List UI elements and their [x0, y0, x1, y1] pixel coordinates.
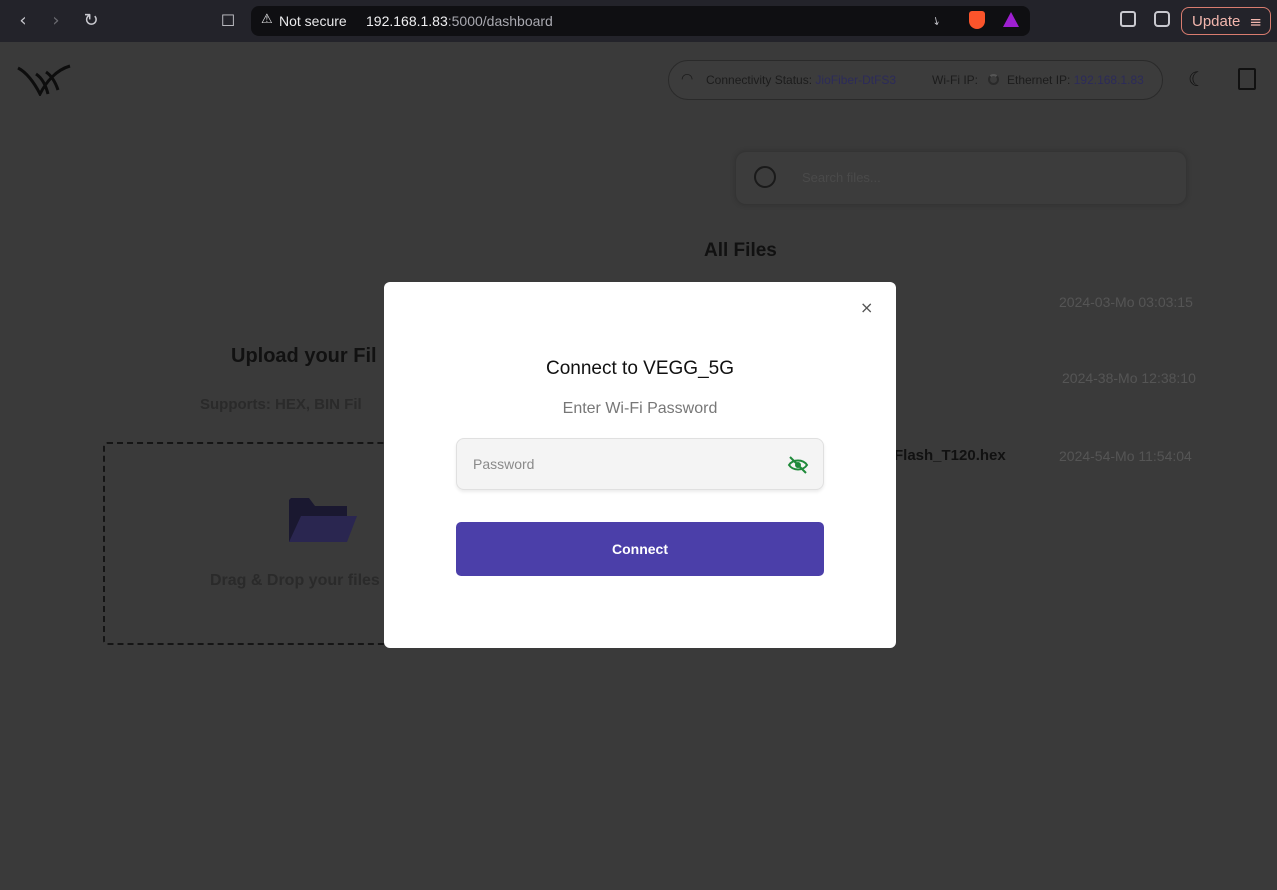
url-path: :5000/dashboard	[447, 13, 553, 29]
status-text: Connectivity Status: JioFiber-DtFS3	[706, 73, 896, 87]
wifi-ip-label: Wi-Fi IP:	[932, 73, 978, 87]
logo-icon	[17, 64, 71, 96]
search-box[interactable]: Search files...	[736, 152, 1186, 204]
upload-title: Upload your Fil	[231, 345, 377, 367]
modal-title: Connect to VEGG_5G	[546, 358, 734, 379]
connectivity-status: ◠ Connectivity Status: JioFiber-DtFS3 Wi…	[668, 60, 1163, 100]
ethernet-ip: 192.168.1.83	[1073, 73, 1144, 87]
modal-subtitle: Enter Wi-Fi Password	[562, 400, 718, 417]
wallet-icon[interactable]	[1154, 11, 1170, 27]
upload-supports: Supports: HEX, BIN Fil	[200, 396, 362, 413]
file-name[interactable]: Flash_T120.hex	[894, 447, 1006, 464]
password-input[interactable]	[473, 453, 773, 475]
update-label: Update	[1192, 12, 1241, 30]
status-label: Connectivity Status:	[706, 73, 813, 87]
file-date: 2024-38-Mo 12:38:10	[1062, 370, 1196, 386]
drop-text: Drag & Drop your files	[210, 572, 380, 589]
update-button[interactable]: Update ≡	[1181, 7, 1271, 35]
eye-slash-icon[interactable]	[787, 455, 809, 475]
share-icon[interactable]: ⭏	[934, 11, 939, 29]
sidebar-icon[interactable]	[1120, 11, 1136, 27]
close-icon[interactable]: ×	[860, 298, 873, 317]
security-label[interactable]: Not secure	[279, 13, 347, 29]
menu-icon: ≡	[1249, 13, 1262, 31]
url-text[interactable]: 192.168.1.83:5000/dashboard	[366, 13, 553, 29]
file-date: 2024-54-Mo 11:54:04	[1059, 448, 1192, 464]
browser-toolbar: ‹ › ↻ ☐ ⚠ Not secure 192.168.1.83:5000/d…	[0, 0, 1277, 42]
brave-rewards-icon[interactable]	[1003, 12, 1019, 27]
dark-mode-icon[interactable]: ☾	[1188, 67, 1206, 91]
connect-button[interactable]: Connect	[456, 522, 824, 576]
network-name: JioFiber-DtFS3	[815, 73, 897, 87]
search-icon	[754, 166, 776, 188]
wifi-icon: ◠	[681, 71, 694, 87]
wifi-connect-modal: × Connect to VEGG_5G Enter Wi-Fi Passwor…	[384, 282, 896, 648]
ethernet-ip-label: Ethernet IP:	[1007, 73, 1071, 87]
back-icon[interactable]: ‹	[11, 9, 35, 33]
folder-icon	[289, 498, 357, 542]
loading-spinner-icon	[988, 74, 999, 85]
address-bar[interactable]: ⚠ Not secure 192.168.1.83:5000/dashboard…	[251, 6, 1030, 36]
brave-shield-icon[interactable]	[969, 11, 985, 29]
password-field[interactable]	[456, 438, 824, 490]
url-host: 192.168.1.83	[366, 13, 448, 29]
warning-icon: ⚠	[261, 12, 273, 27]
bookmark-icon[interactable]: ☐	[216, 9, 240, 33]
search-input[interactable]: Search files...	[802, 170, 881, 185]
forward-icon[interactable]: ›	[44, 9, 68, 33]
all-files-heading: All Files	[704, 240, 777, 261]
reload-icon[interactable]: ↻	[79, 9, 103, 33]
file-date: 2024-03-Mo 03:03:15	[1059, 294, 1193, 310]
logout-icon[interactable]	[1238, 68, 1256, 90]
ethernet-text: Ethernet IP: 192.168.1.83	[1007, 73, 1144, 87]
